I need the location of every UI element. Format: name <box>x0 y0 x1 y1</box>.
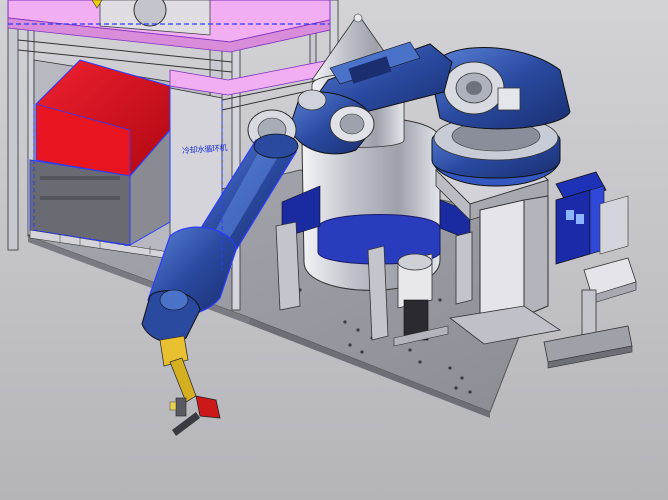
robot-welding-cell-render <box>0 0 668 500</box>
cad-viewport[interactable]: 冷却水循环机 <box>0 0 668 500</box>
